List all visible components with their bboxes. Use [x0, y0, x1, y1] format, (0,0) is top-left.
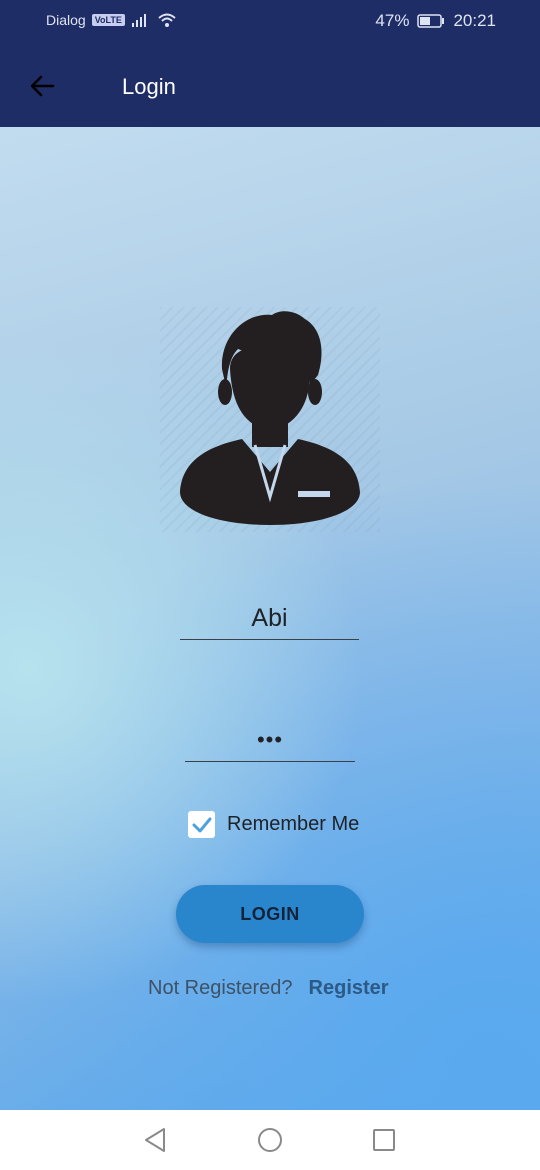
register-row: Not Registered? Register	[148, 977, 389, 1000]
carrier-name: Dialog	[46, 12, 86, 28]
arrow-left-icon[interactable]	[28, 72, 56, 100]
signal-icon	[131, 14, 146, 27]
status-right: 47% 20:21	[375, 11, 496, 31]
login-button[interactable]: LOGIN	[176, 885, 364, 943]
clock: 20:21	[453, 11, 496, 30]
username-input[interactable]: Abi	[180, 597, 359, 640]
remember-me-label: Remember Me	[227, 813, 360, 835]
square-recent-icon[interactable]	[372, 1128, 396, 1152]
checkmark-icon	[192, 817, 211, 832]
wifi-icon	[158, 13, 176, 27]
login-content: Abi ••• Remember Me LOGIN Not Registered…	[0, 127, 540, 1110]
triangle-back-icon[interactable]	[143, 1127, 167, 1153]
status-bar: Dialog VoLTE 47% 20:21	[0, 0, 540, 44]
status-left: Dialog VoLTE	[46, 12, 177, 28]
remember-me-row[interactable]: Remember Me	[188, 811, 359, 838]
password-input[interactable]: •••	[185, 719, 355, 762]
volte-badge: VoLTE	[91, 14, 125, 26]
remember-me-checkbox[interactable]	[188, 811, 215, 838]
register-link[interactable]: Register	[309, 977, 389, 1000]
battery-percent: 47%	[375, 11, 410, 30]
battery-icon	[417, 14, 445, 28]
app-bar: Login	[0, 44, 540, 127]
system-nav-bar	[0, 1110, 540, 1170]
user-avatar-icon	[160, 307, 380, 532]
not-registered-text: Not Registered?	[148, 977, 293, 999]
circle-home-icon[interactable]	[257, 1127, 283, 1153]
page-title: Login	[122, 74, 176, 99]
